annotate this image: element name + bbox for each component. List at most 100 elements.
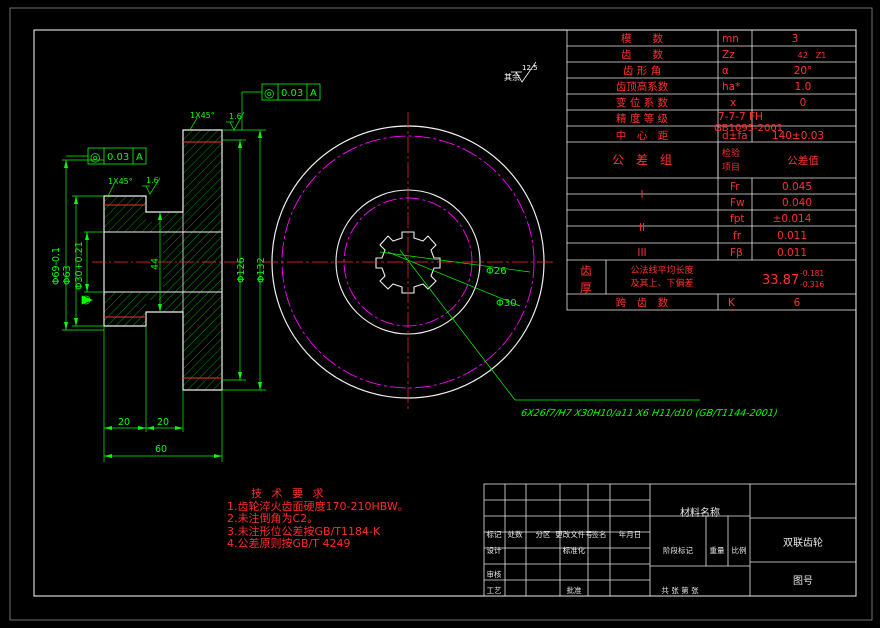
dim-w20a: 20 bbox=[118, 417, 130, 428]
dim-d126: Φ126 bbox=[236, 257, 247, 283]
span-val: 6 bbox=[794, 297, 801, 309]
fcf-left: ◎ 0.03 A bbox=[87, 147, 147, 165]
thickness-desc1: 公法线平均长度 bbox=[630, 264, 693, 276]
fcf-top-symbol: ◎ bbox=[264, 86, 274, 100]
span-sym: K bbox=[728, 297, 736, 309]
tol-sym-1: Fw bbox=[730, 197, 745, 209]
tol-sym-2: fpt bbox=[730, 213, 744, 225]
roughness-top: 1.6 bbox=[229, 112, 242, 121]
dim-44: 44 bbox=[150, 258, 161, 270]
span-name: 跨 齿 数 bbox=[616, 296, 669, 309]
tb-date: 年月日 bbox=[619, 529, 642, 539]
fcf-top-datum: A bbox=[310, 88, 317, 99]
front-view bbox=[262, 112, 556, 410]
tb-weight: 重量 bbox=[710, 546, 725, 555]
cad-drawing: 模 数 mn 3 齿 数 Zz 42 Z1 齿 形 角 α 20° 齿顶高系数 … bbox=[9, 7, 873, 621]
tb-part-name: 双联齿轮 bbox=[783, 536, 823, 549]
tb-zone: 分区 bbox=[536, 530, 551, 539]
tol-sym-0: Fr bbox=[730, 181, 740, 193]
thickness-label-1: 齿 bbox=[580, 264, 592, 278]
tech-req-title: 技 术 要 求 bbox=[251, 487, 327, 500]
tech-req-item-4: 4.公差原则按GB/T 4249 bbox=[227, 537, 351, 550]
tol-val-4: 0.011 bbox=[777, 247, 807, 259]
thickness-dn: -0.316 bbox=[800, 280, 824, 289]
dim-d30: Φ30+0.21 bbox=[74, 241, 85, 290]
fcf-top-tol: 0.03 bbox=[281, 88, 303, 99]
fcf-left-tol: 0.03 bbox=[107, 152, 129, 163]
tb-process: 工艺 bbox=[487, 586, 502, 595]
tb-sign: 签名 bbox=[592, 529, 607, 539]
param-val-4: 0 bbox=[800, 97, 807, 109]
chamfer-top: 1X45° bbox=[190, 111, 215, 120]
tb-stage: 阶段标记 bbox=[663, 545, 693, 555]
param-val-6: 140±0.03 bbox=[772, 130, 824, 142]
param-val-1: 42 Z1 bbox=[798, 51, 827, 60]
tb-approve: 批准 bbox=[567, 585, 582, 595]
dim-w60: 60 bbox=[155, 444, 167, 455]
tb-scale: 比例 bbox=[732, 545, 747, 555]
thickness-up: -0.181 bbox=[800, 269, 824, 278]
spline-note: 6X26f7/H7 X30H10/a11 X6 H11/d10 (GB/T114… bbox=[520, 408, 778, 419]
tb-material: 材料名称 bbox=[680, 506, 720, 519]
param-name-4: 变 位 系 数 bbox=[616, 96, 669, 109]
tol-sym-4: Fβ bbox=[730, 247, 743, 259]
dim-d132: Φ132 bbox=[256, 257, 267, 283]
dim-d63: Φ63 bbox=[62, 265, 73, 285]
param-name-6: 中 心 距 bbox=[616, 129, 669, 142]
roughness-left: 1.6 bbox=[146, 176, 159, 185]
param-name-3: 齿顶高系数 bbox=[616, 80, 669, 93]
tol-grp-0: I bbox=[640, 189, 643, 201]
tol-val-3: 0.011 bbox=[777, 230, 807, 242]
tol-header-group: 公 差 组 bbox=[612, 153, 672, 167]
tb-designer: 设计 bbox=[487, 545, 502, 555]
tol-grp-2: II bbox=[639, 222, 645, 234]
tb-sheet: 共 张 第 张 bbox=[661, 585, 699, 595]
param-sym-5: 7-7-7 FH bbox=[718, 111, 763, 123]
tb-checker: 审核 bbox=[487, 569, 502, 579]
tb-doc: 更改文件号 bbox=[555, 529, 593, 539]
param-sym-2: α bbox=[722, 65, 729, 77]
technical-requirements: 技 术 要 求 1.齿轮淬火齿面硬度170-210HBW。 2.未注倒角为C2。… bbox=[227, 487, 409, 551]
tb-standard: 标准化 bbox=[563, 545, 586, 555]
tol-val-0: 0.045 bbox=[782, 181, 812, 193]
param-name-2: 齿 形 角 bbox=[623, 65, 661, 77]
tb-drawing-no: 图号 bbox=[793, 575, 813, 587]
fcf-top: ◎ 0.03 A bbox=[261, 83, 321, 101]
param-val-3: 1.0 bbox=[795, 81, 812, 93]
dim-d69: Φ69-0.1 bbox=[51, 247, 62, 285]
thickness-value: 33.87 bbox=[762, 273, 799, 288]
tb-count: 处数 bbox=[508, 529, 523, 539]
tol-val-2: ±0.014 bbox=[773, 213, 812, 225]
param-val-2: 20° bbox=[794, 65, 813, 77]
rest-roughness-value: 12.5 bbox=[522, 64, 538, 72]
param-name-1: 齿 数 bbox=[621, 48, 663, 61]
tol-header-value: 公差值 bbox=[787, 154, 819, 167]
thickness-label-2: 厚 bbox=[580, 281, 592, 295]
tol-header-item: 检验 bbox=[722, 147, 740, 159]
dim-r30: Φ30 bbox=[496, 298, 517, 309]
dim-w20b: 20 bbox=[157, 417, 169, 428]
fcf-left-symbol: ◎ bbox=[90, 150, 100, 164]
param-name-0: 模 数 bbox=[621, 32, 663, 45]
parameter-table bbox=[566, 29, 857, 311]
chamfer-left: 1X45° bbox=[108, 177, 133, 186]
fcf-left-datum: A bbox=[136, 152, 143, 163]
section-view bbox=[92, 129, 240, 391]
rest-label: 其余 bbox=[504, 72, 520, 82]
param-sym-6: d±fa bbox=[722, 130, 748, 142]
tb-mark: 标记 bbox=[487, 529, 502, 539]
param-sym-4: x bbox=[730, 97, 736, 109]
thickness-desc2: 及其上、下偏差 bbox=[630, 277, 693, 289]
param-sym-1: Zz bbox=[722, 49, 735, 61]
dim-r26: Φ26 bbox=[486, 266, 507, 277]
tol-val-1: 0.040 bbox=[782, 197, 812, 209]
tol-header-item2: 项目 bbox=[722, 162, 740, 173]
param-sym-0: mn bbox=[722, 33, 739, 45]
tol-sym-3: fr bbox=[733, 230, 742, 242]
tol-grp-4: III bbox=[637, 247, 646, 259]
param-val-0: 3 bbox=[792, 33, 799, 45]
tech-req-item-2: 2.未注倒角为C2。 bbox=[227, 512, 319, 525]
param-sym-3: ha* bbox=[722, 81, 740, 93]
param-name-5: 精 度 等 级 bbox=[616, 112, 669, 125]
rest-roughness: 12.5 其余 bbox=[504, 61, 538, 83]
